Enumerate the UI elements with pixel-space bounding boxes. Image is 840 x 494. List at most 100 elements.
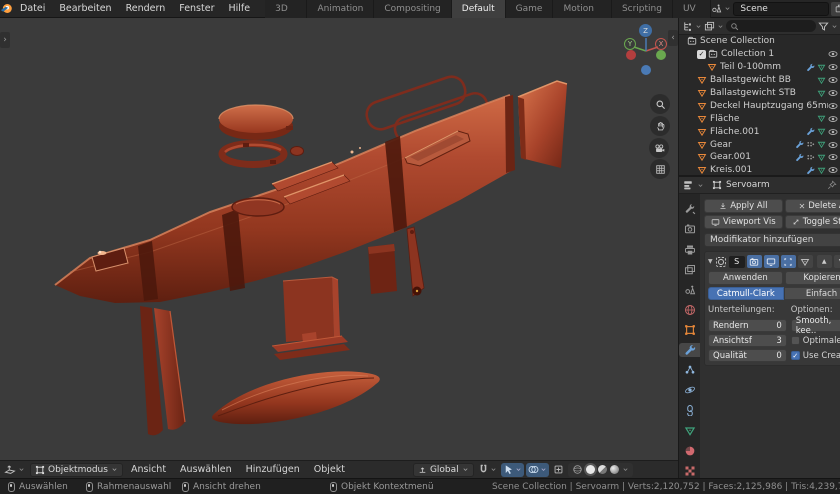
optimal-display-checkbox[interactable] [791, 336, 800, 345]
rendered-shading-icon[interactable] [610, 465, 619, 474]
overlays-toggle[interactable] [526, 463, 549, 477]
chevron-down-icon[interactable] [695, 23, 702, 30]
visibility-eye-icon[interactable] [828, 165, 838, 175]
scene-icon[interactable] [711, 3, 722, 14]
outliner-item-ballastgewicht-stb[interactable]: Ballastgewicht STB [679, 87, 840, 100]
blender-logo-icon[interactable] [0, 2, 13, 15]
transform-orientation-selector[interactable]: Global [413, 463, 474, 477]
tab-object[interactable] [679, 323, 700, 338]
stern-cone[interactable] [518, 81, 567, 168]
modifier-wrench-icon[interactable] [795, 153, 804, 162]
uv-smooth-dropdown[interactable]: Smooth, kee.. [791, 319, 840, 332]
solid-shading-icon[interactable] [586, 465, 595, 474]
outliner-item-deckel-hauptzugang[interactable]: Deckel Hauptzugang 65mm D [679, 99, 840, 112]
menu-bearbeiten[interactable]: Bearbeiten [52, 0, 118, 18]
small-knob-part[interactable] [291, 147, 304, 156]
outliner-item-kreis-001[interactable]: Kreis.001 [679, 164, 840, 177]
menu-datei[interactable]: Datei [13, 0, 52, 18]
navigation-gizmo[interactable]: Z Y X [612, 22, 672, 86]
outliner-item-teil-0-100mm[interactable]: Teil 0-100mm [679, 61, 840, 74]
visibility-eye-icon[interactable] [828, 49, 838, 59]
mode-selector[interactable]: Objektmodus [30, 463, 123, 477]
tab-world[interactable] [679, 303, 700, 318]
tab-constraints[interactable] [679, 403, 700, 418]
ortho-grid-button[interactable] [650, 159, 670, 179]
mesh-data-icon[interactable] [817, 76, 826, 85]
render-visibility-toggle[interactable] [747, 255, 762, 268]
pin-icon[interactable] [827, 180, 837, 190]
cage-toggle[interactable] [798, 255, 813, 268]
editmode-visibility-toggle[interactable] [781, 255, 796, 268]
quality-field[interactable]: Qualität0 [708, 349, 787, 362]
visibility-eye-icon[interactable] [828, 62, 838, 72]
menu-hinzufuegen[interactable]: Hinzufügen [240, 464, 306, 475]
tab-motion-tracking[interactable]: Motion Tracking [553, 0, 611, 18]
visibility-eye-icon[interactable] [828, 152, 838, 162]
modifier-wrench-icon[interactable] [806, 166, 815, 175]
visibility-eye-icon[interactable] [828, 140, 838, 150]
menu-fenster[interactable]: Fenster [172, 0, 221, 18]
chevron-down-icon[interactable] [622, 466, 629, 473]
chevron-down-icon[interactable] [831, 23, 838, 30]
outliner-item-collection-1[interactable]: ✓ Collection 1 [679, 48, 840, 61]
gizmo-z-neg[interactable] [641, 65, 651, 75]
modifier-name-field[interactable]: S [729, 256, 745, 268]
tab-view-layer[interactable] [679, 262, 700, 277]
gizmo-x-neg[interactable] [626, 50, 636, 60]
mesh-data-icon[interactable] [817, 63, 826, 72]
properties-editor-icon[interactable] [683, 180, 693, 190]
tab-physics[interactable] [679, 383, 700, 398]
apply-all-button[interactable]: Apply All [704, 199, 783, 213]
wireframe-shading-icon[interactable] [572, 464, 583, 475]
tab-render[interactable] [679, 222, 700, 237]
mesh-data-icon[interactable] [817, 127, 826, 136]
collection-checkbox[interactable]: ✓ [697, 50, 706, 59]
tab-tool[interactable] [679, 202, 700, 217]
snap-toggle[interactable] [476, 463, 499, 477]
display-mode-icon[interactable] [704, 21, 715, 32]
chevron-down-icon[interactable] [717, 23, 724, 30]
outliner-item-gear[interactable]: Gear [679, 138, 840, 151]
viewport-subdivisions-field[interactable]: Ansichtsf3 [708, 334, 787, 347]
outliner-item-flaeche-001[interactable]: Fläche.001 [679, 125, 840, 138]
hatch-ring[interactable] [222, 143, 284, 165]
material-shading-icon[interactable] [598, 465, 607, 474]
outliner-editor-icon[interactable] [682, 21, 693, 32]
outliner-item-flaeche[interactable]: Fläche [679, 112, 840, 125]
mesh-data-icon[interactable] [817, 166, 826, 175]
use-creases-checkbox-row[interactable]: ✓ Use Creases [791, 349, 840, 362]
visibility-eye-icon[interactable] [828, 127, 838, 137]
mesh-data-icon[interactable] [817, 140, 826, 149]
vertex-groups-icon[interactable] [806, 140, 815, 149]
pan-hand-button[interactable] [650, 116, 670, 136]
tab-scene[interactable] [679, 282, 700, 297]
mesh-data-icon[interactable] [817, 89, 826, 98]
menu-ansicht[interactable]: Ansicht [125, 464, 172, 475]
modifier-wrench-icon[interactable] [806, 63, 815, 72]
tab-material[interactable] [679, 443, 700, 458]
tab-modifiers[interactable] [679, 343, 700, 358]
render-subdivisions-field[interactable]: Rendern0 [708, 319, 787, 332]
editor-type-icon[interactable] [4, 464, 16, 476]
keel-fins[interactable] [140, 306, 185, 435]
gizmo-toggle[interactable] [501, 463, 524, 477]
tab-compositing[interactable]: Compositing [374, 0, 451, 18]
camera-view-button[interactable] [649, 138, 669, 158]
menu-auswaehlen[interactable]: Auswählen [174, 464, 238, 475]
tab-particles[interactable] [679, 363, 700, 378]
tab-animation[interactable]: Animation [307, 0, 374, 18]
apply-modifier-button[interactable]: Anwenden [708, 271, 783, 285]
gizmo-y-neg[interactable] [656, 50, 666, 60]
viewport-vis-button[interactable]: Viewport Vis [704, 215, 783, 229]
scene-copy-button[interactable] [831, 2, 840, 16]
filter-funnel-icon[interactable] [818, 21, 829, 32]
visibility-eye-icon[interactable] [828, 88, 838, 98]
modifier-wrench-icon[interactable] [806, 127, 815, 136]
tab-3d-view-full[interactable]: 3D View Full [265, 0, 307, 18]
tab-game-logic[interactable]: Game Logic [506, 0, 554, 18]
use-creases-checkbox[interactable]: ✓ [791, 351, 800, 360]
move-up-button[interactable]: ▲ [817, 255, 832, 268]
chevron-down-icon[interactable] [18, 466, 25, 473]
optimal-display-checkbox-row[interactable]: Optimale A.. [791, 334, 840, 347]
visibility-eye-icon[interactable] [828, 101, 838, 111]
